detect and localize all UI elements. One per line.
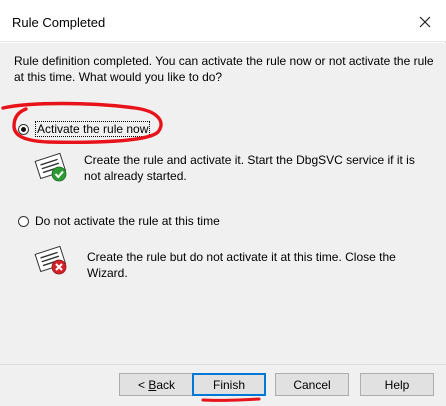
option-activate-now-label[interactable]: Activate the rule now: [35, 121, 151, 137]
title-bar: Rule Completed: [0, 0, 446, 42]
radio-do-not-activate[interactable]: [18, 215, 29, 227]
back-button[interactable]: < Back: [119, 373, 194, 396]
rule-completed-dialog: Rule Completed Rule definition completed…: [0, 0, 446, 406]
option-activate-now-description: Create the rule and activate it. Start t…: [84, 153, 415, 183]
intro-text: Rule definition completed. You can activ…: [14, 54, 434, 84]
help-button[interactable]: Help: [360, 373, 434, 396]
finish-underline-annotation: [201, 397, 261, 402]
button-bar: < Back Finish Cancel Help: [0, 364, 446, 406]
radio-activate-now[interactable]: [18, 123, 29, 135]
option-activate-now[interactable]: Activate the rule now: [18, 121, 151, 137]
finish-button[interactable]: Finish: [192, 373, 266, 396]
option-do-not-activate-description: Create the rule but do not activate it a…: [87, 250, 396, 280]
option-do-not-activate[interactable]: Do not activate the rule at this time: [18, 214, 220, 228]
close-button[interactable]: [408, 7, 442, 37]
rule-activate-icon: [34, 152, 67, 182]
rule-no-activate-icon: [34, 245, 67, 275]
back-hotkey: B: [148, 377, 157, 392]
dialog-title: Rule Completed: [12, 15, 106, 30]
close-icon: [419, 16, 431, 28]
back-prefix: <: [137, 377, 149, 392]
cancel-button[interactable]: Cancel: [275, 373, 349, 396]
option-do-not-activate-label[interactable]: Do not activate the rule at this time: [35, 214, 220, 228]
dialog-content: Rule definition completed. You can activ…: [0, 43, 446, 364]
back-rest: ack: [156, 377, 176, 392]
